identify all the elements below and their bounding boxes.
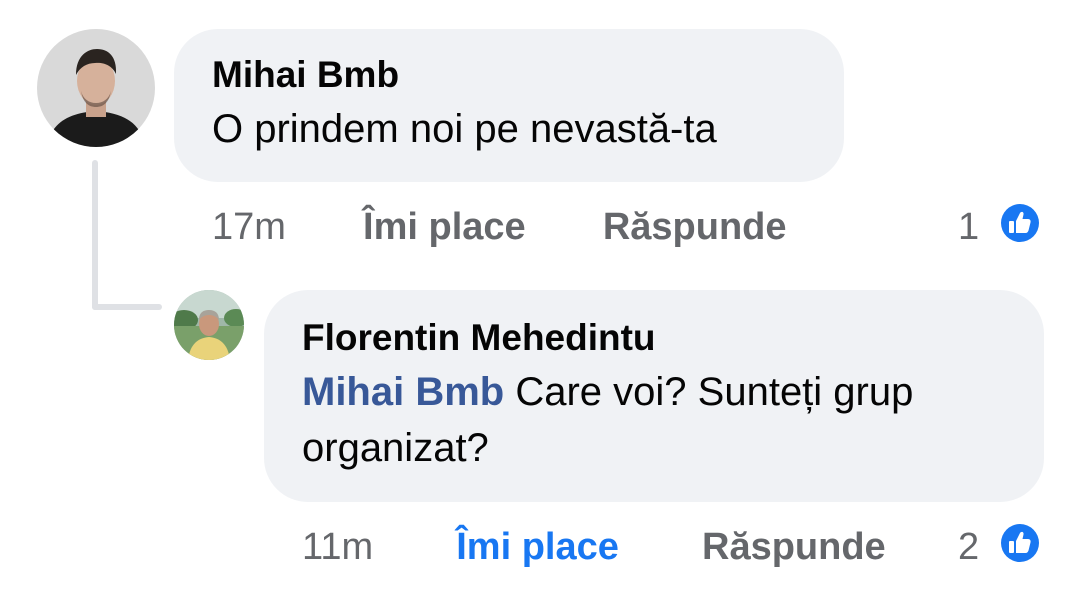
comment-author[interactable]: Mihai Bmb	[212, 53, 806, 97]
like-button-liked[interactable]: Îmi place	[456, 526, 619, 568]
reply-bubble[interactable]: Florentin Mehedintu Mihai Bmb Care voi? …	[264, 290, 1044, 502]
reply-text-line2: organizat?	[302, 426, 489, 470]
comment-timestamp[interactable]: 17m	[212, 206, 286, 248]
reply-button[interactable]: Răspunde	[603, 206, 787, 248]
comment-bubble[interactable]: Mihai Bmb O prindem noi pe nevastă-ta	[174, 29, 844, 182]
reply-text-line1: Care voi? Sunteți grup	[504, 370, 914, 414]
profile-photo-icon	[37, 29, 155, 147]
avatar-florentin-mehedintu[interactable]	[174, 290, 244, 360]
mention-link[interactable]: Mihai Bmb	[302, 370, 504, 414]
reply-meta-row: 11m Îmi place Răspunde	[302, 524, 886, 570]
like-button[interactable]: Îmi place	[363, 206, 526, 248]
like-icon[interactable]	[997, 200, 1043, 246]
like-icon[interactable]	[997, 520, 1043, 566]
avatar-mihai-bmb[interactable]	[37, 29, 155, 147]
reply-author[interactable]: Florentin Mehedintu	[302, 316, 1006, 360]
profile-photo-icon	[174, 290, 244, 360]
reaction-count[interactable]: 2	[958, 524, 979, 570]
comment-text: O prindem noi pe nevastă-ta	[212, 107, 717, 151]
reply-button[interactable]: Răspunde	[702, 526, 886, 568]
thread-connector-horizontal	[92, 304, 162, 310]
reply-timestamp[interactable]: 11m	[302, 526, 373, 568]
reaction-count[interactable]: 1	[958, 204, 979, 250]
comment-meta-row: 17m Îmi place Răspunde	[212, 204, 787, 250]
reply-text: Mihai Bmb Care voi? Sunteți grup organiza…	[302, 364, 1006, 476]
thread-connector-vertical	[92, 160, 98, 310]
